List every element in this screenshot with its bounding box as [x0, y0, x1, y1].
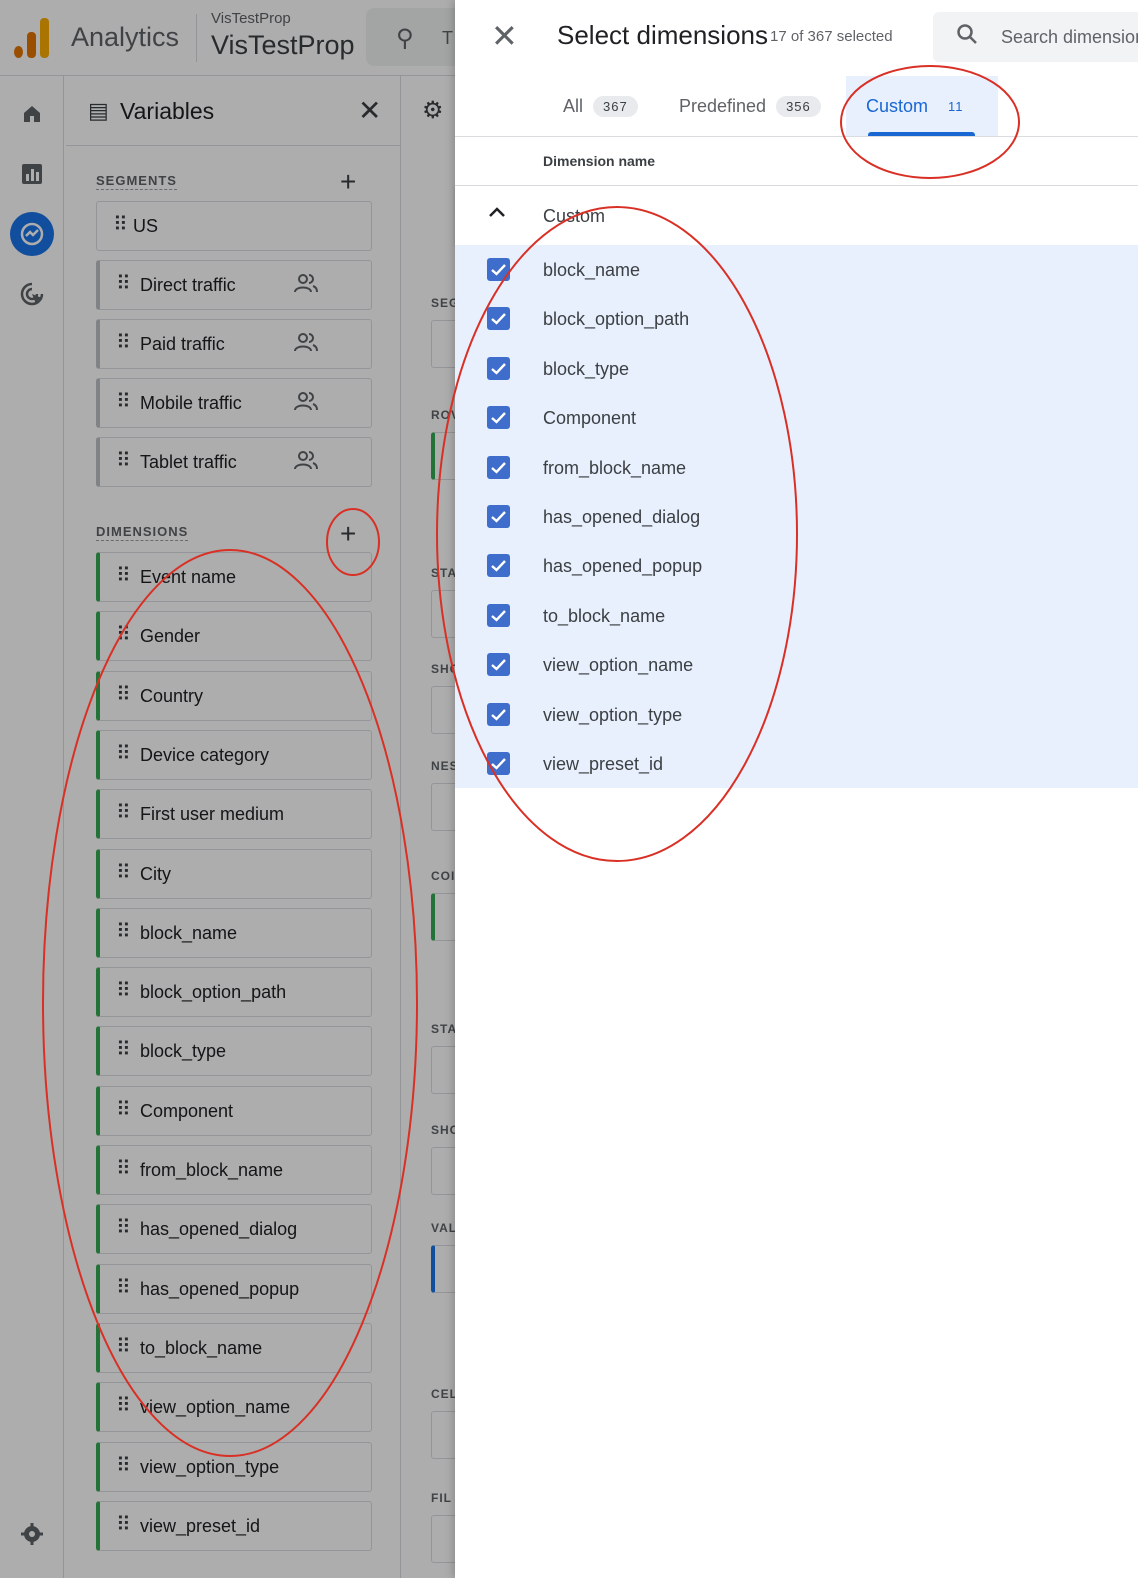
dimension-row-label: from_block_name — [543, 457, 687, 478]
dimension-row-label: view_preset_id — [543, 754, 664, 774]
column-header-dimension-name[interactable]: Dimension name — [543, 153, 655, 169]
dimension-checkbox[interactable] — [487, 702, 510, 726]
tab-count-badge: 11 — [948, 98, 964, 114]
tab-count-badge: 356 — [776, 95, 821, 117]
custom-group-header[interactable]: Custom — [455, 186, 1138, 245]
dimension-checkbox[interactable] — [487, 603, 510, 627]
dimension-row[interactable]: Component — [455, 393, 1138, 442]
dimension-search[interactable] — [933, 12, 1138, 62]
dimension-row-label: to_block_name — [543, 605, 666, 626]
dimension-checkbox[interactable] — [487, 554, 510, 578]
tabs-divider — [455, 136, 1138, 137]
dimension-list: block_name block_option_path block_type Com… — [455, 245, 1138, 788]
dimension-row[interactable]: view_option_type — [455, 690, 1138, 739]
dimension-row[interactable]: block_option_path — [455, 294, 1138, 343]
dimension-checkbox[interactable] — [487, 356, 510, 380]
close-dialog-icon[interactable]: ✕ — [491, 20, 518, 52]
dimension-row[interactable]: view_option_name — [455, 640, 1138, 689]
dimension-checkbox[interactable] — [487, 505, 510, 528]
selected-count: 17 of 367 selected — [770, 28, 893, 45]
dimension-row[interactable]: to_block_name — [455, 591, 1138, 640]
dimension-row[interactable]: has_opened_dialog — [455, 492, 1138, 541]
chevron-up-icon[interactable] — [485, 200, 509, 230]
tab-count-badge: 367 — [593, 95, 638, 117]
dimension-checkbox[interactable] — [487, 307, 510, 331]
dimension-row-label: has_opened_dialog — [543, 507, 701, 527]
dimension-row-label: view_option_name — [543, 655, 694, 676]
dimension-checkbox[interactable] — [487, 752, 510, 775]
dimension-checkbox[interactable] — [487, 258, 510, 281]
modal-scrim[interactable] — [0, 0, 455, 1578]
dimension-row-label: block_option_path — [543, 309, 690, 330]
dimension-row[interactable]: from_block_name — [455, 443, 1138, 492]
dialog-title: Select dimensions — [557, 20, 768, 50]
dimension-row-label: has_opened_popup — [543, 556, 703, 577]
tab-predefined[interactable]: Predefined 356 — [659, 76, 841, 136]
dimension-checkbox[interactable] — [487, 455, 510, 479]
dimension-row-label: block_name — [543, 260, 641, 280]
dimension-row-label: block_type — [543, 358, 630, 379]
tab-label: Custom — [866, 95, 929, 116]
group-label: Custom — [543, 206, 606, 226]
tab-custom[interactable]: Custom 11 — [846, 76, 998, 136]
dimension-search-input[interactable] — [1001, 24, 1138, 50]
dimension-row[interactable]: block_name — [455, 245, 1138, 294]
select-dimensions-dialog: ✕ Select dimensions 17 of 367 selected A… — [455, 0, 1138, 1578]
dimension-row-label: Component — [543, 408, 637, 429]
dimension-checkbox[interactable] — [487, 653, 510, 677]
tab-all[interactable]: All 367 — [543, 76, 658, 136]
search-icon — [955, 22, 979, 53]
tab-label: All — [563, 95, 584, 116]
dimension-row[interactable]: view_preset_id — [455, 739, 1138, 788]
dimension-row[interactable]: has_opened_popup — [455, 541, 1138, 590]
dimension-row-label: view_option_type — [543, 704, 683, 725]
dimension-row[interactable]: block_type — [455, 344, 1138, 393]
dimension-checkbox[interactable] — [487, 406, 510, 430]
tab-label: Predefined — [679, 95, 767, 116]
